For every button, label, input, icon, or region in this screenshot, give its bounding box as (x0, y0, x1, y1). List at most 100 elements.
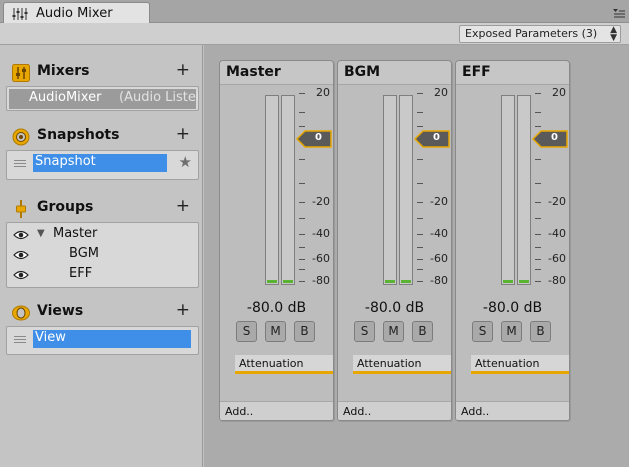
views-list: View (6, 326, 199, 355)
solo-button[interactable]: S (236, 321, 257, 342)
bypass-button[interactable]: B (530, 321, 551, 342)
scale-tick (417, 247, 423, 248)
fader-value: 0 (551, 132, 558, 143)
effect-slot[interactable]: Attenuation (235, 355, 333, 374)
fader-handle-icon (295, 130, 332, 148)
mixer-sliders-icon (12, 8, 28, 20)
meter-fill (385, 280, 395, 283)
add-effect-button[interactable]: Add.. (220, 401, 333, 420)
meter-fill (503, 280, 513, 283)
tab-bar: Audio Mixer (0, 0, 629, 24)
add-snapshot-button[interactable]: + (176, 124, 190, 144)
add-effect-button[interactable]: Add.. (456, 401, 569, 420)
scale-tick (535, 112, 541, 113)
eye-icon[interactable] (13, 270, 29, 280)
scale-label: -40 (312, 227, 330, 240)
group-item-bgm[interactable]: BGM (11, 246, 191, 265)
level-readout: -80.0 dB (364, 300, 425, 316)
solo-button[interactable]: S (354, 321, 375, 342)
scale-tick (417, 269, 423, 270)
updown-arrows-icon: ▲ ▼ (610, 25, 617, 43)
scale-label: -80 (430, 274, 448, 287)
volume-fader[interactable]: 0 (531, 130, 568, 148)
scale-tick (535, 126, 541, 127)
drag-handle-icon[interactable] (14, 336, 26, 343)
mute-button[interactable]: M (265, 321, 286, 342)
effect-name: Attenuation (357, 357, 422, 370)
add-group-button[interactable]: + (176, 196, 190, 216)
level-readout: -80.0 dB (482, 300, 543, 316)
strip-title: BGM (344, 64, 381, 80)
star-icon[interactable]: ★ (179, 153, 192, 171)
scale-tick (299, 112, 305, 113)
view-eye-icon (12, 305, 30, 321)
level-readout: -80.0 dB (246, 300, 307, 316)
views-title: Views (37, 303, 84, 319)
effect-slot[interactable]: Attenuation (471, 355, 569, 374)
audio-mixer-tab[interactable]: Audio Mixer (3, 2, 150, 24)
add-effect-label: Add.. (225, 405, 254, 418)
fader-handle-icon (531, 130, 568, 148)
channel-strip-bgm: BGM 20 -20 -40 -60 -80 0 -80.0 dB S M B Atte… (337, 60, 452, 421)
add-mixer-button[interactable]: + (176, 60, 190, 80)
meter-fill (519, 280, 529, 283)
collapse-arrow-icon[interactable]: ▼ (37, 228, 45, 239)
fader-value: 0 (433, 132, 440, 143)
level-meter-left (383, 95, 397, 285)
mixers-header: Mixers + (8, 60, 194, 82)
scale-tick (535, 159, 541, 160)
group-item-eff[interactable]: EFF (11, 266, 191, 285)
view-item[interactable]: View (9, 329, 196, 349)
scale-tick (535, 218, 541, 219)
groups-header: Groups + (8, 196, 194, 218)
scale-tick (417, 112, 423, 113)
exposed-parameters-dropdown[interactable]: Exposed Parameters (3) ▲ ▼ (459, 25, 621, 43)
views-header: Views + (8, 300, 194, 322)
scale-tick (299, 247, 305, 248)
snapshot-name: Snapshot (33, 154, 167, 172)
scale-tick (417, 159, 423, 160)
fader-value: 0 (315, 132, 322, 143)
add-view-button[interactable]: + (176, 300, 190, 320)
effect-name: Attenuation (475, 357, 540, 370)
group-item-master[interactable]: ▼ Master (11, 226, 191, 245)
scale-label: -40 (430, 227, 448, 240)
solo-button[interactable]: S (472, 321, 493, 342)
view-name: View (33, 330, 191, 348)
strip-title: Master (226, 64, 281, 80)
level-meter-right (281, 95, 295, 285)
level-meter-right (399, 95, 413, 285)
mixer-icon (12, 64, 30, 82)
snapshots-header: Snapshots + (8, 124, 194, 146)
scale-label: -60 (430, 252, 448, 265)
bypass-button[interactable]: B (294, 321, 315, 342)
groups-title: Groups (37, 199, 94, 215)
eye-icon[interactable] (13, 230, 29, 240)
mixers-title: Mixers (37, 63, 90, 79)
tab-menu-icon[interactable] (613, 8, 625, 18)
mixer-item[interactable]: AudioMixer (Audio Listener) (9, 89, 198, 109)
group-name-master: Master (53, 226, 98, 241)
tab-title: Audio Mixer (36, 6, 113, 21)
volume-fader[interactable]: 0 (413, 130, 450, 148)
scale-label: -40 (548, 227, 566, 240)
snapshot-item[interactable]: Snapshot ★ (9, 153, 196, 173)
drag-handle-icon[interactable] (14, 160, 26, 167)
effect-slot[interactable]: Attenuation (353, 355, 451, 374)
scale-tick (535, 183, 541, 184)
add-effect-button[interactable]: Add.. (338, 401, 451, 420)
scale-label: 20 (552, 86, 566, 99)
bypass-button[interactable]: B (412, 321, 433, 342)
group-name-eff: EFF (69, 266, 93, 281)
eye-icon[interactable] (13, 250, 29, 260)
scale-tick (535, 247, 541, 248)
groups-list: ▼ Master BGM EFF (6, 222, 199, 288)
strip-title: EFF (462, 64, 491, 80)
scale-label: -20 (548, 195, 566, 208)
mute-button[interactable]: M (501, 321, 522, 342)
channel-strip-eff: EFF 20 -20 -40 -60 -80 0 -80.0 dB S M B Atte… (455, 60, 570, 421)
meter-fill (401, 280, 411, 283)
volume-fader[interactable]: 0 (295, 130, 332, 148)
scale-tick (299, 269, 305, 270)
mute-button[interactable]: M (383, 321, 404, 342)
